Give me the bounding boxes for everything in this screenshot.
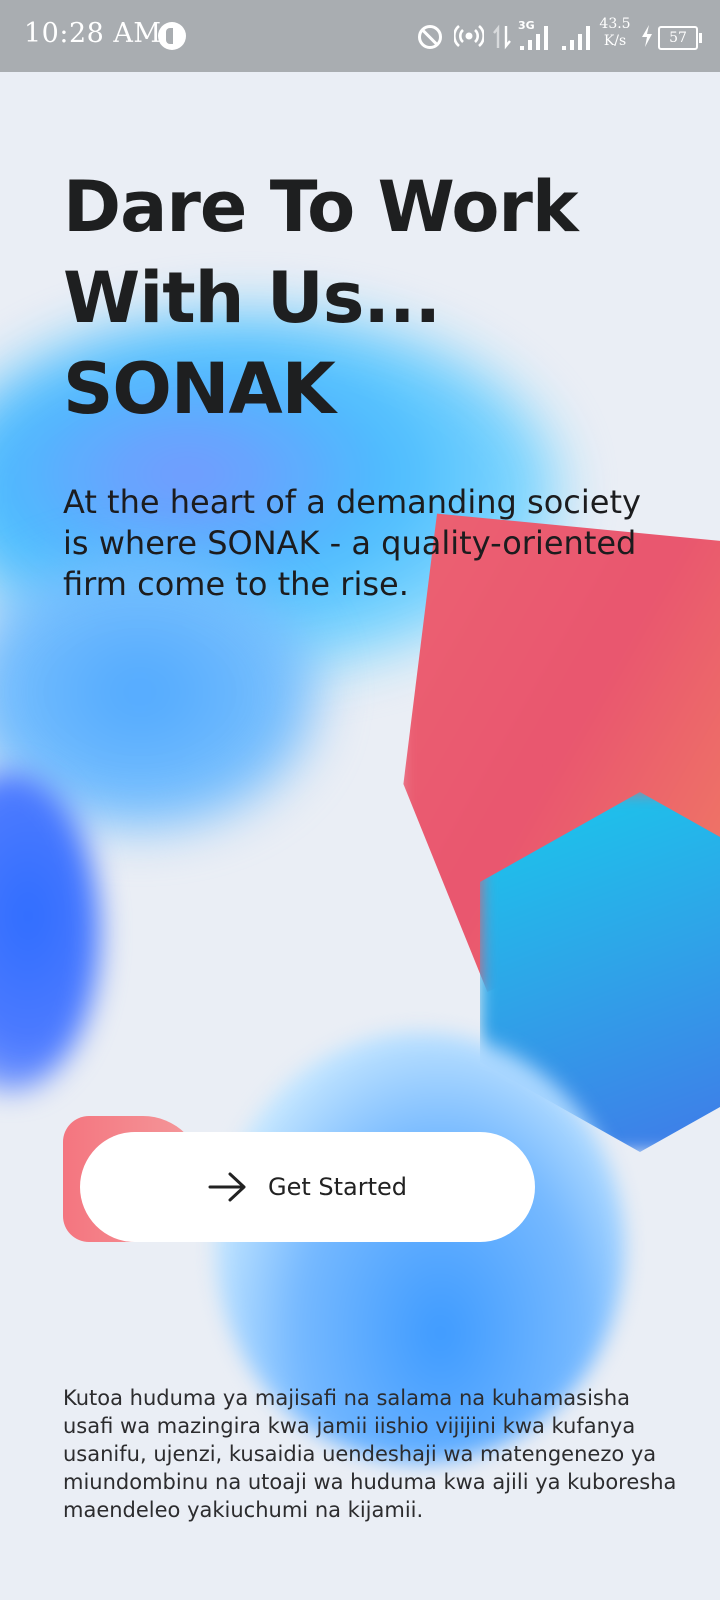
network-speed: 43.5 K/s [598, 16, 632, 50]
get-started-button[interactable]: Get Started [80, 1132, 535, 1242]
signal-icon [562, 26, 590, 50]
signal-3g-icon: 3G [518, 19, 548, 50]
do-not-disturb-icon [418, 25, 442, 49]
status-time: 10:28 AM [24, 18, 162, 49]
network-type-label: 3G [518, 19, 535, 32]
headline-line-3: SONAK [63, 348, 336, 430]
get-started-label: Get Started [267, 1173, 408, 1201]
hotspot-icon [454, 25, 484, 47]
network-speed-unit: K/s [603, 33, 627, 49]
data-arrows-icon [493, 24, 511, 50]
battery-icon: 57 [658, 26, 702, 50]
arrow-right-icon [208, 1172, 246, 1202]
charging-icon [642, 25, 652, 47]
battery-level: 57 [669, 30, 687, 46]
get-started-container: Get Started [63, 1116, 535, 1244]
intro-text: At the heart of a demanding society is w… [63, 483, 641, 603]
network-speed-value: 43.5 [599, 16, 631, 32]
status-bar: 10:28 AM 3G 43.5 K/s 57 [0, 0, 720, 72]
app-icon [158, 22, 186, 50]
headline-line-1: Dare To Work [63, 166, 579, 248]
page-title: Dare To Work With Us... SONAK [63, 162, 683, 435]
status-icons: 3G 43.5 K/s 57 [418, 16, 702, 56]
headline-line-2: With Us... [63, 257, 441, 339]
footer-description: Kutoa huduma ya majisafi na salama na ku… [63, 1386, 677, 1522]
